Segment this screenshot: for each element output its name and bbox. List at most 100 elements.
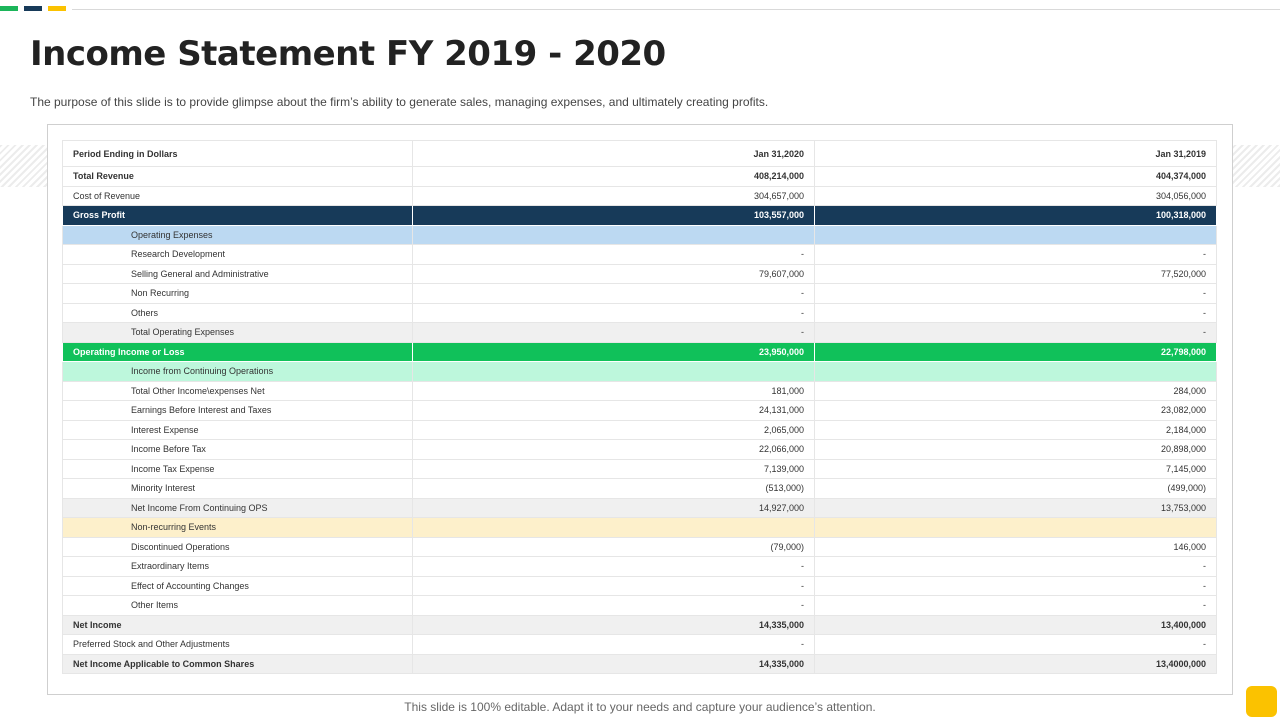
value-2019: - — [814, 556, 1217, 577]
value-2019: 304,056,000 — [814, 185, 1217, 206]
row-income-continuing-operations-category: Income from Continuing Operations — [62, 361, 1217, 382]
row-label: Others — [62, 302, 413, 323]
income-statement-table: Period Ending in Dollars Jan 31,2020 Jan… — [62, 140, 1217, 674]
value-2019: 20,898,000 — [814, 439, 1217, 460]
row-income-before-tax: Income Before Tax 22,066,000 20,898,000 — [62, 439, 1217, 460]
accent-bar-navy — [24, 6, 42, 11]
row-label: Earnings Before Interest and Taxes — [62, 400, 413, 421]
corner-badge-button[interactable] — [1246, 686, 1277, 717]
row-label: Net Income From Continuing OPS — [62, 497, 413, 518]
row-operating-expenses-category: Operating Expenses — [62, 224, 1217, 245]
row-interest-expense: Interest Expense 2,065,000 2,184,000 — [62, 419, 1217, 440]
page-title: Income Statement FY 2019 - 2020 — [30, 34, 666, 74]
footer-note: This slide is 100% editable. Adapt it to… — [404, 700, 876, 714]
top-divider — [72, 9, 1280, 10]
row-non-recurring: Non Recurring - - — [62, 283, 1217, 304]
row-label: Selling General and Administrative — [62, 263, 413, 284]
row-net-income-continuing-ops: Net Income From Continuing OPS 14,927,00… — [62, 497, 1217, 518]
row-effect-of-accounting-changes: Effect of Accounting Changes - - — [62, 575, 1217, 596]
row-label: Effect of Accounting Changes — [62, 575, 413, 596]
value-2019: - — [814, 575, 1217, 596]
row-label: Extraordinary Items — [62, 556, 413, 577]
value-2020: - — [412, 556, 815, 577]
row-label: Income from Continuing Operations — [62, 361, 413, 382]
row-cost-of-revenue: Cost of Revenue 304,657,000 304,056,000 — [62, 185, 1217, 206]
row-label: Minority Interest — [62, 478, 413, 499]
row-label: Total Operating Expenses — [62, 322, 413, 343]
value-2020: 103,557,000 — [412, 205, 815, 226]
value-2019: 13,753,000 — [814, 497, 1217, 518]
value-2020: (79,000) — [412, 536, 815, 557]
row-label: Other Items — [62, 595, 413, 616]
row-label: Non Recurring — [62, 283, 413, 304]
value-2019: 23,082,000 — [814, 400, 1217, 421]
row-net-income-common-shares: Net Income Applicable to Common Shares 1… — [62, 653, 1217, 674]
value-2019: 2,184,000 — [814, 419, 1217, 440]
value-2019: (499,000) — [814, 478, 1217, 499]
row-net-income: Net Income 14,335,000 13,400,000 — [62, 614, 1217, 635]
value-2020: 14,335,000 — [412, 653, 815, 674]
value-2020: 14,335,000 — [412, 614, 815, 635]
row-other-items: Other Items - - — [62, 595, 1217, 616]
row-label: Operating Income or Loss — [62, 341, 413, 362]
value-2019 — [814, 361, 1217, 382]
row-total-other-income-expenses: Total Other Income\expenses Net 181,000 … — [62, 380, 1217, 401]
value-2019: 146,000 — [814, 536, 1217, 557]
row-label: Non-recurring Events — [62, 517, 413, 538]
header-period-label: Period Ending in Dollars — [62, 140, 413, 167]
value-2019: 13,4000,000 — [814, 653, 1217, 674]
row-label: Discontinued Operations — [62, 536, 413, 557]
accent-bar-yellow — [48, 6, 66, 11]
value-2019: - — [814, 322, 1217, 343]
value-2020: 408,214,000 — [412, 166, 815, 187]
value-2020 — [412, 361, 815, 382]
row-operating-income-or-loss: Operating Income or Loss 23,950,000 22,7… — [62, 341, 1217, 362]
row-label: Income Before Tax — [62, 439, 413, 460]
value-2020 — [412, 224, 815, 245]
row-gross-profit: Gross Profit 103,557,000 100,318,000 — [62, 205, 1217, 226]
row-selling-general-administrative: Selling General and Administrative 79,60… — [62, 263, 1217, 284]
value-2019: - — [814, 634, 1217, 655]
row-label: Cost of Revenue — [62, 185, 413, 206]
value-2019: 13,400,000 — [814, 614, 1217, 635]
row-others: Others - - — [62, 302, 1217, 323]
accent-bar-green — [0, 6, 18, 11]
header-col-2020: Jan 31,2020 — [412, 140, 815, 167]
row-label: Gross Profit — [62, 205, 413, 226]
value-2019: - — [814, 302, 1217, 323]
table-header-row: Period Ending in Dollars Jan 31,2020 Jan… — [62, 140, 1217, 167]
value-2019: 7,145,000 — [814, 458, 1217, 479]
value-2020 — [412, 517, 815, 538]
value-2020: 7,139,000 — [412, 458, 815, 479]
row-discontinued-operations: Discontinued Operations (79,000) 146,000 — [62, 536, 1217, 557]
row-label: Net Income — [62, 614, 413, 635]
row-research-development: Research Development - - — [62, 244, 1217, 265]
value-2020: - — [412, 595, 815, 616]
row-label: Operating Expenses — [62, 224, 413, 245]
row-extraordinary-items: Extraordinary Items - - — [62, 556, 1217, 577]
value-2019: 404,374,000 — [814, 166, 1217, 187]
value-2020: 79,607,000 — [412, 263, 815, 284]
value-2020: - — [412, 634, 815, 655]
row-label: Interest Expense — [62, 419, 413, 440]
value-2020: - — [412, 244, 815, 265]
value-2020: 23,950,000 — [412, 341, 815, 362]
value-2020: 24,131,000 — [412, 400, 815, 421]
value-2019 — [814, 224, 1217, 245]
value-2019: 284,000 — [814, 380, 1217, 401]
row-label: Total Revenue — [62, 166, 413, 187]
value-2020: - — [412, 322, 815, 343]
value-2020: 2,065,000 — [412, 419, 815, 440]
row-income-tax-expense: Income Tax Expense 7,139,000 7,145,000 — [62, 458, 1217, 479]
value-2020: - — [412, 575, 815, 596]
row-label: Net Income Applicable to Common Shares — [62, 653, 413, 674]
value-2019: - — [814, 595, 1217, 616]
row-minority-interest: Minority Interest (513,000) (499,000) — [62, 478, 1217, 499]
value-2019: 77,520,000 — [814, 263, 1217, 284]
value-2020: (513,000) — [412, 478, 815, 499]
value-2020: 181,000 — [412, 380, 815, 401]
row-preferred-stock-adjustments: Preferred Stock and Other Adjustments - … — [62, 634, 1217, 655]
value-2019: 22,798,000 — [814, 341, 1217, 362]
row-non-recurring-events-category: Non-recurring Events — [62, 517, 1217, 538]
row-total-operating-expenses: Total Operating Expenses - - — [62, 322, 1217, 343]
